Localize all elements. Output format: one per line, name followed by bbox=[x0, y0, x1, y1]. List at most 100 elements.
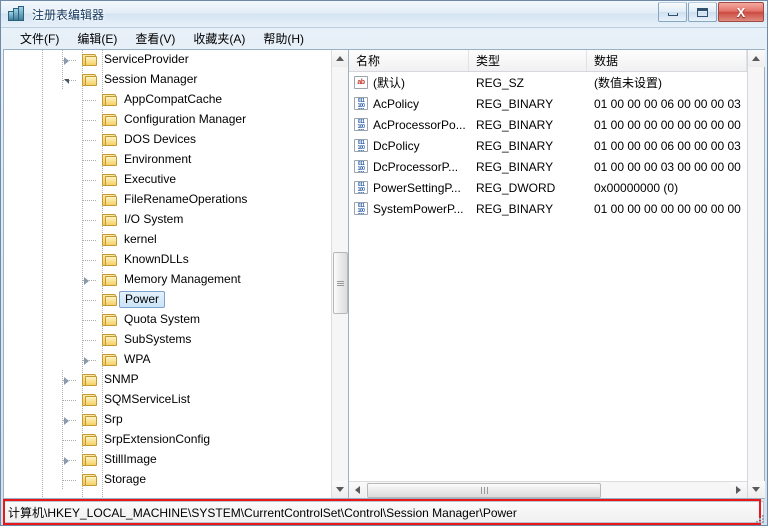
tree-item-label: AppCompatCache bbox=[124, 92, 223, 106]
tree-item-executive[interactable]: Executive bbox=[4, 170, 331, 190]
tree-item-i-o-system[interactable]: I/O System bbox=[4, 210, 331, 230]
tree-item-configuration-manager[interactable]: Configuration Manager bbox=[4, 110, 331, 130]
value-data-cell: 01 00 00 00 06 00 00 00 03 bbox=[594, 96, 741, 111]
binary-value-icon: 011100011 bbox=[354, 202, 368, 215]
values-scroll-up-button[interactable] bbox=[747, 50, 765, 67]
tree-item-quota-system[interactable]: Quota System bbox=[4, 310, 331, 330]
binary-value-icon: 011100011 bbox=[354, 139, 368, 152]
value-row[interactable]: ab (默认) REG_SZ (数值未设置) bbox=[349, 72, 747, 93]
tree-connector-twig bbox=[83, 240, 96, 241]
tree-connector-twig bbox=[83, 180, 96, 181]
tree-connector-twig bbox=[83, 100, 96, 101]
expand-triangle-icon[interactable] bbox=[61, 375, 72, 386]
values-list[interactable]: ab (默认) REG_SZ (数值未设置) 011100011 AcPolicy REG_… bbox=[349, 72, 747, 481]
tree-item-serviceprovider[interactable]: ServiceProvider bbox=[4, 50, 331, 70]
tree-item-dos-devices[interactable]: DOS Devices bbox=[4, 130, 331, 150]
expand-triangle-icon[interactable] bbox=[81, 275, 92, 286]
tree-scroll-thumb[interactable] bbox=[332, 252, 348, 314]
folder-icon bbox=[102, 213, 118, 227]
column-header-type[interactable]: 类型 bbox=[469, 50, 587, 71]
tree-item-memory-management[interactable]: Memory Management bbox=[4, 270, 331, 290]
expand-triangle-icon[interactable] bbox=[61, 55, 72, 66]
values-column-headers: 名称 类型 数据 bbox=[349, 50, 747, 72]
tree-item-wpa[interactable]: WPA bbox=[4, 350, 331, 370]
value-type-cell: REG_BINARY bbox=[476, 159, 554, 174]
values-horizontal-scrollbar[interactable] bbox=[349, 481, 747, 498]
tree-item-storage[interactable]: Storage bbox=[4, 470, 331, 490]
value-row[interactable]: 011100011 SystemPowerP... REG_BINARY 01 00 … bbox=[349, 198, 747, 219]
status-bar-area: 计算机\HKEY_LOCAL_MACHINE\SYSTEM\CurrentCon… bbox=[1, 499, 767, 525]
values-scroll-right-button[interactable] bbox=[730, 481, 747, 498]
tree-vertical-scrollbar[interactable] bbox=[331, 50, 348, 498]
tree-item-appcompatcache[interactable]: AppCompatCache bbox=[4, 90, 331, 110]
tree-connector-twig bbox=[83, 300, 96, 301]
status-bar: 计算机\HKEY_LOCAL_MACHINE\SYSTEM\CurrentCon… bbox=[4, 501, 764, 523]
menu-view[interactable]: 查看(V) bbox=[126, 28, 184, 49]
folder-icon bbox=[82, 473, 98, 487]
tree-item-label: Srp bbox=[104, 412, 123, 426]
menu-favorites[interactable]: 收藏夹(A) bbox=[184, 28, 254, 49]
value-name-text: PowerSettingP... bbox=[373, 180, 461, 195]
tree-scroll-down-button[interactable] bbox=[331, 481, 348, 498]
folder-icon bbox=[82, 73, 98, 87]
value-row[interactable]: 011100011 DcPolicy REG_BINARY 01 00 00 00 0… bbox=[349, 135, 747, 156]
folder-icon bbox=[102, 193, 118, 207]
menu-help[interactable]: 帮助(H) bbox=[254, 28, 313, 49]
value-name-cell: 011100011 AcProcessorPo... bbox=[349, 118, 469, 132]
expand-triangle-icon[interactable] bbox=[81, 355, 92, 366]
values-vertical-scrollbar[interactable] bbox=[747, 50, 765, 498]
tree-item-label: kernel bbox=[124, 232, 157, 246]
values-scroll-left-button[interactable] bbox=[349, 481, 366, 498]
column-header-data[interactable]: 数据 bbox=[587, 50, 747, 71]
folder-icon bbox=[82, 373, 98, 387]
value-name-cell: 011100011 DcProcessorP... bbox=[349, 160, 469, 174]
tree-item-kernel[interactable]: kernel bbox=[4, 230, 331, 250]
tree-item-label: Power bbox=[119, 291, 166, 308]
values-scroll-down-button[interactable] bbox=[747, 481, 765, 498]
tree-scroll-track[interactable] bbox=[332, 67, 349, 481]
registry-path-text: 计算机\HKEY_LOCAL_MACHINE\SYSTEM\CurrentCon… bbox=[8, 505, 517, 520]
tree-item-sqmservicelist[interactable]: SQMServiceList bbox=[4, 390, 331, 410]
value-row[interactable]: 011100011 AcProcessorPo... REG_BINARY 01 00… bbox=[349, 114, 747, 135]
tree-item-knowndlls[interactable]: KnownDLLs bbox=[4, 250, 331, 270]
tree-item-subsystems[interactable]: SubSystems bbox=[4, 330, 331, 350]
window-title: 注册表编辑器 bbox=[32, 7, 105, 22]
registry-editor-icon bbox=[7, 5, 25, 23]
tree-item-stillimage[interactable]: StillImage bbox=[4, 450, 331, 470]
tree-item-srp[interactable]: Srp bbox=[4, 410, 331, 430]
menu-edit[interactable]: 编辑(E) bbox=[68, 28, 126, 49]
tree-item-label: StillImage bbox=[104, 452, 157, 466]
tree-item-environment[interactable]: Environment bbox=[4, 150, 331, 170]
maximize-button[interactable] bbox=[688, 2, 717, 22]
value-type-cell: REG_BINARY bbox=[476, 96, 554, 111]
folder-icon bbox=[102, 173, 118, 187]
registry-tree[interactable]: ServiceProvider Session Manager AppCompatC… bbox=[4, 50, 331, 498]
value-row[interactable]: 011100011 AcPolicy REG_BINARY 01 00 00 00 0… bbox=[349, 93, 747, 114]
value-row[interactable]: 011100011 DcProcessorP... REG_BINARY 01 00 … bbox=[349, 156, 747, 177]
expand-triangle-icon[interactable] bbox=[61, 415, 72, 426]
tree-item-session-manager[interactable]: Session Manager bbox=[4, 70, 331, 90]
tree-connector-twig bbox=[83, 120, 96, 121]
column-header-name[interactable]: 名称 bbox=[349, 50, 469, 71]
resize-grip[interactable] bbox=[754, 513, 764, 523]
value-name-text: (默认) bbox=[373, 76, 405, 90]
close-button[interactable]: X bbox=[718, 2, 764, 22]
tree-item-label: Storage bbox=[104, 472, 147, 486]
value-row[interactable]: 011100011 PowerSettingP... REG_DWORD 0x0000… bbox=[349, 177, 747, 198]
tree-item-srpextensionconfig[interactable]: SrpExtensionConfig bbox=[4, 430, 331, 450]
tree-item-snmp[interactable]: SNMP bbox=[4, 370, 331, 390]
folder-icon bbox=[102, 353, 118, 367]
tree-scroll-up-button[interactable] bbox=[331, 50, 348, 67]
expand-triangle-icon[interactable] bbox=[61, 455, 72, 466]
minimize-button[interactable] bbox=[658, 2, 687, 22]
registry-tree-pane: ServiceProvider Session Manager AppCompatC… bbox=[4, 50, 349, 498]
menu-file[interactable]: 文件(F) bbox=[11, 28, 68, 49]
tree-connector-twig bbox=[63, 400, 76, 401]
values-scroll-thumb[interactable] bbox=[367, 482, 601, 498]
tree-item-filerenameoperations[interactable]: FileRenameOperations bbox=[4, 190, 331, 210]
values-scroll-track[interactable] bbox=[748, 67, 765, 481]
value-type-cell: REG_DWORD bbox=[476, 180, 556, 195]
tree-item-power[interactable]: Power bbox=[4, 290, 331, 310]
collapse-triangle-icon[interactable] bbox=[61, 75, 72, 86]
folder-icon bbox=[102, 253, 118, 267]
